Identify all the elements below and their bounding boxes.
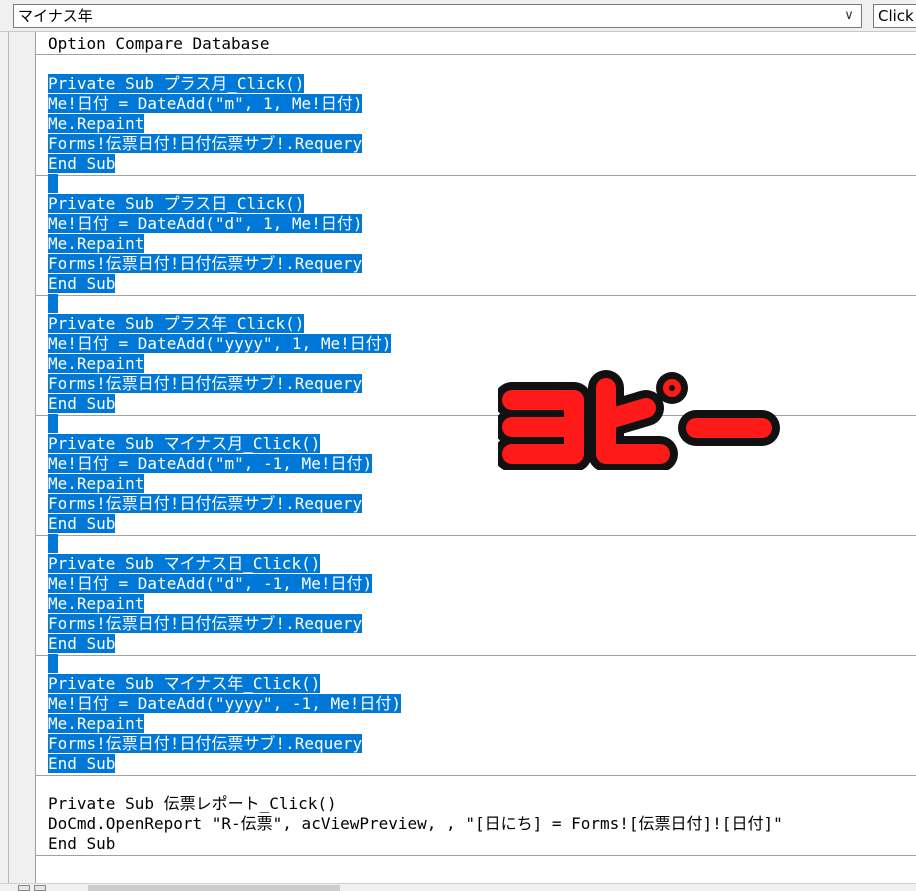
code-line: Me.Repaint bbox=[48, 354, 145, 374]
code-text: Me.Repaint bbox=[48, 714, 145, 733]
code-text: Private Sub 伝票レポート_Click() bbox=[48, 794, 337, 813]
code-text: Me.Repaint bbox=[48, 474, 145, 493]
full-module-view-icon[interactable] bbox=[34, 885, 46, 891]
object-combo[interactable]: マイナス年 ∨ bbox=[13, 4, 862, 28]
window-edge bbox=[0, 32, 8, 883]
code-text: Forms!伝票日付!日付伝票サブ!.Requery bbox=[48, 254, 363, 273]
code-text: Forms!伝票日付!日付伝票サブ!.Requery bbox=[48, 134, 363, 153]
code-line: Me.Repaint bbox=[48, 594, 145, 614]
selection-continuation bbox=[48, 534, 58, 554]
code-line: Private Sub 伝票レポート_Click() bbox=[48, 794, 337, 814]
code-editor[interactable]: Option Compare Database Private Sub プラス月… bbox=[36, 32, 916, 883]
code-text: Me!日付 = DateAdd("m", -1, Me!日付) bbox=[48, 454, 373, 473]
code-text: Me!日付 = DateAdd("d", 1, Me!日付) bbox=[48, 214, 363, 233]
scrollbar-thumb[interactable] bbox=[88, 885, 340, 891]
code-text: Me.Repaint bbox=[48, 114, 145, 133]
chevron-down-icon[interactable]: ∨ bbox=[840, 5, 858, 27]
code-text: Private Sub マイナス年_Click() bbox=[48, 674, 321, 693]
code-text: End Sub bbox=[48, 634, 116, 653]
code-line: End Sub bbox=[48, 394, 116, 414]
code-line: End Sub bbox=[48, 634, 116, 654]
code-text: End Sub bbox=[48, 754, 116, 773]
code-text: Forms!伝票日付!日付伝票サブ!.Requery bbox=[48, 614, 363, 633]
procedure-separator bbox=[36, 175, 916, 176]
code-line: Forms!伝票日付!日付伝票サブ!.Requery bbox=[48, 494, 363, 514]
code-text: End Sub bbox=[48, 154, 116, 173]
code-line: Me.Repaint bbox=[48, 234, 145, 254]
margin-indicator-bar[interactable] bbox=[8, 32, 36, 883]
code-line: Me.Repaint bbox=[48, 114, 145, 134]
code-line: Me!日付 = DateAdd("m", 1, Me!日付) bbox=[48, 94, 363, 114]
code-line: Private Sub マイナス月_Click() bbox=[48, 434, 321, 454]
code-line: End Sub bbox=[48, 834, 115, 854]
code-text: Private Sub マイナス日_Click() bbox=[48, 554, 321, 573]
code-text: Me!日付 = DateAdd("yyyy", -1, Me!日付) bbox=[48, 694, 401, 713]
code-line: Me!日付 = DateAdd("yyyy", 1, Me!日付) bbox=[48, 334, 392, 354]
code-line: End Sub bbox=[48, 514, 116, 534]
code-line: Me.Repaint bbox=[48, 714, 145, 734]
code-text: Private Sub プラス年_Click() bbox=[48, 314, 305, 333]
code-line: Me!日付 = DateAdd("d", -1, Me!日付) bbox=[48, 574, 373, 594]
selection-continuation bbox=[48, 294, 58, 314]
procedure-separator bbox=[36, 54, 916, 55]
code-text: Me.Repaint bbox=[48, 594, 145, 613]
code-text: End Sub bbox=[48, 514, 116, 533]
code-line: Me!日付 = DateAdd("d", 1, Me!日付) bbox=[48, 214, 363, 234]
code-line: Me!日付 = DateAdd("m", -1, Me!日付) bbox=[48, 454, 373, 474]
code-line: Forms!伝票日付!日付伝票サブ!.Requery bbox=[48, 254, 363, 274]
code-text: Forms!伝票日付!日付伝票サブ!.Requery bbox=[48, 494, 363, 513]
code-text: Private Sub プラス月_Click() bbox=[48, 74, 305, 93]
procedure-separator bbox=[36, 655, 916, 656]
code-text: Me!日付 = DateAdd("d", -1, Me!日付) bbox=[48, 574, 373, 593]
procedure-separator bbox=[36, 295, 916, 296]
code-line: Private Sub マイナス年_Click() bbox=[48, 674, 321, 694]
code-line: DoCmd.OpenReport "R-伝票", acViewPreview, … bbox=[48, 814, 783, 834]
code-text: End Sub bbox=[48, 274, 116, 293]
procedure-separator bbox=[36, 415, 916, 416]
code-line-option: Option Compare Database bbox=[48, 34, 270, 53]
procedure-view-icon[interactable] bbox=[18, 885, 30, 891]
code-text: Forms!伝票日付!日付伝票サブ!.Requery bbox=[48, 374, 363, 393]
code-line: Forms!伝票日付!日付伝票サブ!.Requery bbox=[48, 134, 363, 154]
code-text: Private Sub プラス日_Click() bbox=[48, 194, 305, 213]
code-line: Private Sub マイナス日_Click() bbox=[48, 554, 321, 574]
code-text: DoCmd.OpenReport "R-伝票", acViewPreview, … bbox=[48, 814, 783, 833]
code-line: Me.Repaint bbox=[48, 474, 145, 494]
horizontal-scrollbar[interactable] bbox=[0, 883, 916, 891]
code-line: Forms!伝票日付!日付伝票サブ!.Requery bbox=[48, 614, 363, 634]
code-line: Private Sub プラス年_Click() bbox=[48, 314, 305, 334]
code-text: Forms!伝票日付!日付伝票サブ!.Requery bbox=[48, 734, 363, 753]
code-text: End Sub bbox=[48, 834, 116, 853]
code-line: Me!日付 = DateAdd("yyyy", -1, Me!日付) bbox=[48, 694, 401, 714]
selection-continuation bbox=[48, 174, 58, 194]
code-line: Forms!伝票日付!日付伝票サブ!.Requery bbox=[48, 734, 363, 754]
selection-continuation bbox=[48, 414, 58, 434]
procedure-combo[interactable]: Click bbox=[873, 4, 916, 28]
code-window-toolbar: マイナス年 ∨ Click bbox=[0, 0, 916, 32]
code-text: Me.Repaint bbox=[48, 234, 145, 253]
code-line: Forms!伝票日付!日付伝票サブ!.Requery bbox=[48, 374, 363, 394]
code-text: End Sub bbox=[48, 394, 116, 413]
procedure-separator bbox=[36, 855, 916, 856]
code-line: End Sub bbox=[48, 754, 116, 774]
code-text: Private Sub マイナス月_Click() bbox=[48, 434, 321, 453]
code-line: Private Sub プラス日_Click() bbox=[48, 194, 305, 214]
selection-continuation bbox=[48, 654, 58, 674]
procedure-separator bbox=[36, 775, 916, 776]
object-combo-value: マイナス年 bbox=[18, 7, 93, 25]
code-line: Private Sub プラス月_Click() bbox=[48, 74, 305, 94]
code-line: End Sub bbox=[48, 274, 116, 294]
code-text: Me.Repaint bbox=[48, 354, 145, 373]
procedure-separator bbox=[36, 535, 916, 536]
procedure-combo-value: Click bbox=[878, 7, 914, 25]
code-text: Me!日付 = DateAdd("yyyy", 1, Me!日付) bbox=[48, 334, 392, 353]
code-line: End Sub bbox=[48, 154, 116, 174]
code-text: Me!日付 = DateAdd("m", 1, Me!日付) bbox=[48, 94, 363, 113]
